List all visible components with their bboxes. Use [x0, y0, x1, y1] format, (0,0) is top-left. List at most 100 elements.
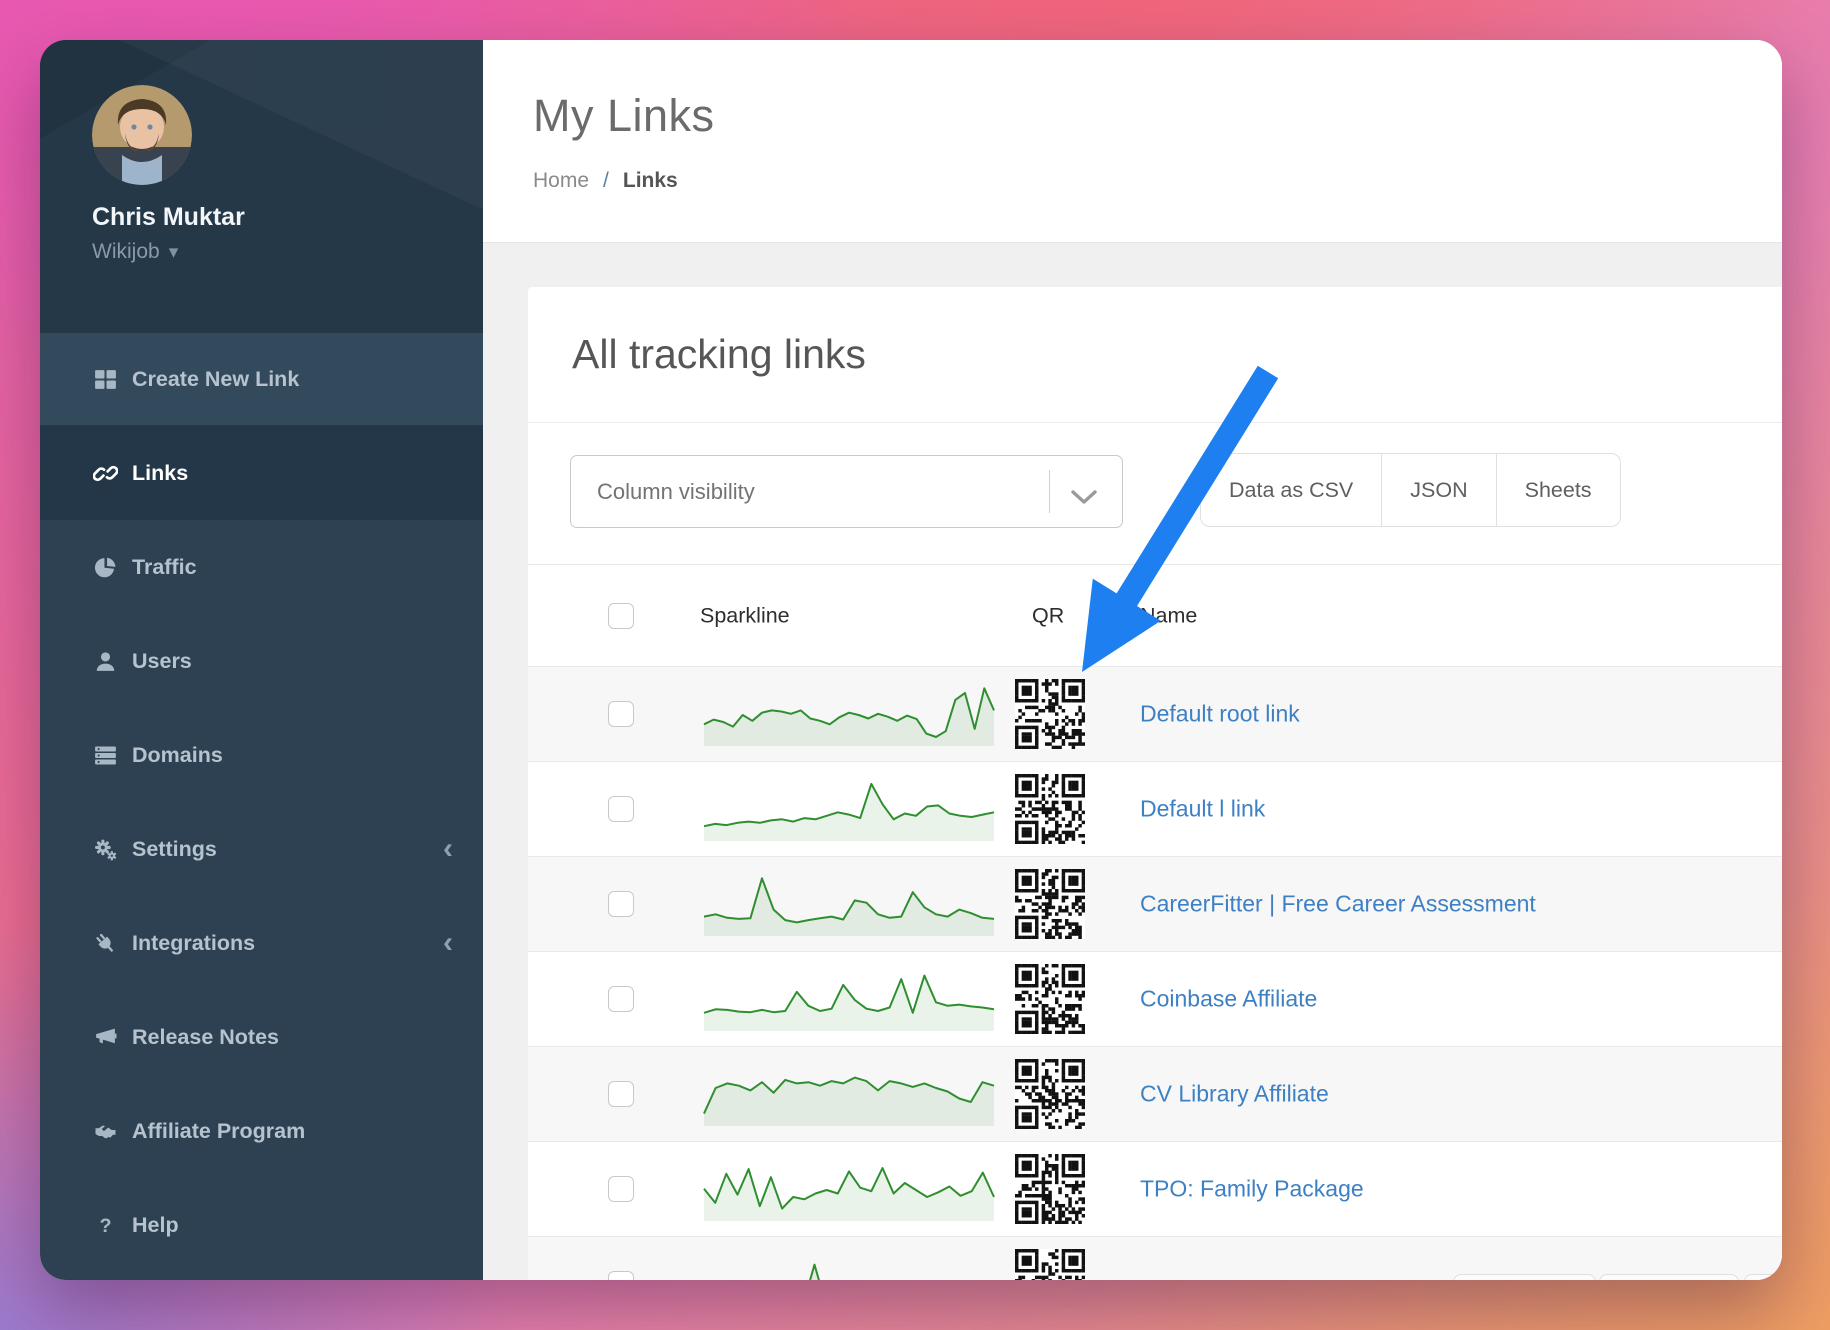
sidebar: Chris Muktar Wikijob ▾ Create New Link Li… — [40, 40, 483, 1280]
row-checkbox[interactable] — [608, 1271, 634, 1280]
sidebar-item-label: Create New Link — [132, 367, 299, 392]
main-area: My Links Home / Links All tracking links… — [483, 40, 1782, 1280]
sidebar-item-release-notes[interactable]: Release Notes — [40, 990, 483, 1084]
sidebar-item-label: Settings — [132, 837, 217, 862]
sidebar-item-integrations[interactable]: Integrations‹ — [40, 896, 483, 990]
select-all-checkbox[interactable] — [608, 603, 634, 629]
sidebar-item-label: Integrations — [132, 931, 255, 956]
table-row: Default l link — [528, 762, 1782, 857]
sidebar-item-users[interactable]: Users — [40, 614, 483, 708]
export-sheets-button[interactable]: Sheets — [1496, 453, 1621, 527]
svg-text:?: ? — [99, 1214, 111, 1236]
card-header: All tracking links — [528, 287, 1782, 423]
workspace-name: Wikijob — [92, 240, 160, 264]
link-name[interactable]: Coinbase Affiliate — [1140, 986, 1317, 1013]
tracking-links-card: All tracking links Column visibility Dat… — [528, 287, 1782, 1280]
sidebar-item-label: Traffic — [132, 555, 197, 580]
qr-code-row-3[interactable] — [1015, 869, 1085, 939]
app-window: Chris Muktar Wikijob ▾ Create New Link Li… — [40, 40, 1782, 1280]
qr-code-row-2[interactable] — [1015, 774, 1085, 844]
avatar-photo — [92, 85, 192, 185]
avatar[interactable] — [92, 85, 192, 185]
qr-code-row-6[interactable] — [1015, 1154, 1085, 1224]
question-icon: ? — [92, 1212, 119, 1239]
breadcrumb-current: Links — [623, 169, 678, 193]
row-checkbox[interactable] — [608, 796, 634, 822]
column-header-sparkline: Sparkline — [700, 603, 790, 628]
row-checkbox[interactable] — [608, 1176, 634, 1202]
grid-icon — [92, 366, 119, 393]
caret-down-icon: ▾ — [169, 241, 179, 264]
export-json-button[interactable]: JSON — [1381, 453, 1496, 527]
user-name: Chris Muktar — [92, 203, 483, 232]
sidebar-item-traffic[interactable]: Traffic — [40, 520, 483, 614]
sidebar-item-create-new-link[interactable]: Create New Link — [40, 332, 483, 426]
breadcrumb-separator: / — [603, 169, 609, 193]
link-name[interactable]: CareerFitter | Free Career Assessment — [1140, 891, 1536, 918]
table-row: Default root link — [528, 667, 1782, 762]
page-header: My Links Home / Links — [483, 40, 1782, 243]
breadcrumb-home[interactable]: Home — [533, 169, 589, 193]
link-icon — [92, 460, 119, 487]
megaphone-icon — [92, 1024, 119, 1051]
card-title: All tracking links — [572, 331, 866, 378]
row-checkbox[interactable] — [608, 701, 634, 727]
qr-code-row-5[interactable] — [1015, 1059, 1085, 1129]
sparkline-chart — [700, 1251, 998, 1280]
sparkline-chart — [700, 1061, 998, 1127]
link-name[interactable]: CV Library Affiliate — [1140, 1081, 1329, 1108]
sidebar-item-links[interactable]: Links — [40, 426, 483, 520]
screenshot-stage: Chris Muktar Wikijob ▾ Create New Link Li… — [0, 0, 1830, 1330]
sidebar-user-card: Chris Muktar Wikijob ▾ — [40, 40, 483, 332]
table-row — [528, 1237, 1782, 1280]
sidebar-item-label: Affiliate Program — [132, 1119, 305, 1144]
table-row: TPO: Family Package — [528, 1142, 1782, 1237]
table-row: Coinbase Affiliate — [528, 952, 1782, 1047]
sidebar-item-label: Links — [132, 461, 188, 486]
sidebar-item-label: Domains — [132, 743, 223, 768]
export-csv-button[interactable]: Data as CSV — [1200, 453, 1382, 527]
sparkline-chart — [700, 966, 998, 1032]
sidebar-item-settings[interactable]: Settings‹ — [40, 802, 483, 896]
pagination-button-cutoff[interactable] — [1599, 1274, 1739, 1280]
handshake-icon — [92, 1118, 119, 1145]
plug-icon — [92, 930, 119, 957]
sparkline-chart — [700, 871, 998, 937]
sidebar-item-affiliate-program[interactable]: Affiliate Program — [40, 1084, 483, 1178]
sparkline-chart — [700, 1156, 998, 1222]
sidebar-item-domains[interactable]: Domains — [40, 708, 483, 802]
table-header-row: Sparkline QR Name — [528, 565, 1782, 667]
link-name[interactable]: TPO: Family Package — [1140, 1176, 1364, 1203]
dropdown-divider — [1049, 470, 1050, 513]
sidebar-item-help[interactable]: ? Help — [40, 1178, 483, 1272]
sidebar-item-label: Help — [132, 1213, 179, 1238]
user-icon — [92, 648, 119, 675]
server-icon — [92, 742, 119, 769]
pagination-button-cutoff[interactable] — [1453, 1274, 1596, 1280]
link-name[interactable]: Default l link — [1140, 796, 1265, 823]
column-header-qr: QR — [1032, 603, 1064, 628]
row-checkbox[interactable] — [608, 891, 634, 917]
pagination-button-cutoff[interactable] — [1744, 1274, 1782, 1280]
export-button-group: Data as CSV JSON Sheets — [1200, 453, 1621, 527]
table-toolbar: Column visibility Data as CSV JSON Sheet… — [528, 423, 1782, 564]
page-body: All tracking links Column visibility Dat… — [483, 243, 1782, 1280]
workspace-switcher[interactable]: Wikijob ▾ — [92, 240, 483, 264]
sparkline-chart — [700, 776, 998, 842]
row-checkbox[interactable] — [608, 986, 634, 1012]
sidebar-menu: Create New Link Links Traffic Users Domains S… — [40, 332, 483, 1272]
sidebar-item-label: Release Notes — [132, 1025, 279, 1050]
column-visibility-label: Column visibility — [597, 479, 755, 505]
chevron-down-icon — [1070, 485, 1098, 511]
row-checkbox[interactable] — [608, 1081, 634, 1107]
column-header-name: Name — [1140, 603, 1197, 628]
breadcrumb: Home / Links — [533, 169, 1782, 193]
pie-chart-icon — [92, 554, 119, 581]
column-visibility-dropdown[interactable]: Column visibility — [570, 455, 1123, 528]
qr-code-row-1[interactable] — [1015, 679, 1085, 749]
qr-code-row-7[interactable] — [1015, 1249, 1085, 1280]
gears-icon — [92, 836, 119, 863]
qr-code-row-4[interactable] — [1015, 964, 1085, 1034]
sidebar-item-label: Users — [132, 649, 192, 674]
link-name[interactable]: Default root link — [1140, 701, 1300, 728]
